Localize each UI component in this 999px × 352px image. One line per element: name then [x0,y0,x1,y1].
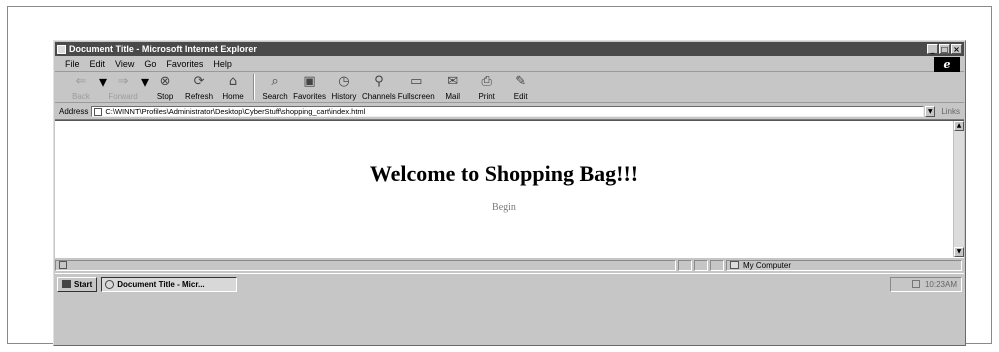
standard-toolbar: ⇐ Back ▾ ⇒ Forward ▾ ⊗ Stop ⟳ Refresh ⌂ … [55,72,964,103]
refresh-button[interactable]: ⟳ Refresh [183,72,215,101]
home-button[interactable]: ⌂ Home [217,72,249,101]
favorites-button[interactable]: ▣ Favorites [293,72,326,101]
vertical-scrollbar[interactable]: ▲ ▼ [953,121,964,257]
security-zone-label: My Computer [743,260,792,270]
print-label: Print [478,92,495,101]
menu-edit[interactable]: Edit [90,59,106,69]
favorites-icon: ▣ [303,74,316,89]
forward-label: Forward [108,92,138,101]
status-pane [678,259,692,271]
speaker-icon[interactable] [911,280,920,288]
status-bar: My Computer [55,257,964,272]
status-pane [710,259,724,271]
fullscreen-button[interactable]: ▭ Fullscreen [398,72,435,101]
address-dropdown-button[interactable]: ▼ [925,106,936,117]
address-bar: Address C:\WINNT\Profiles\Administrator\… [55,104,964,120]
home-icon: ⌂ [228,74,238,89]
links-button[interactable]: Links [941,107,960,116]
print-icon: ⎙ [481,74,492,89]
print-button[interactable]: ⎙ Print [471,72,503,101]
security-zone-pane: My Computer [726,259,962,271]
maximize-button[interactable]: □ [939,44,950,54]
start-button[interactable]: Start [57,276,98,292]
scroll-up-button[interactable]: ▲ [954,121,964,131]
channels-label: Channels [361,92,396,101]
mail-button[interactable]: ✉ Mail [437,72,469,101]
address-input[interactable]: C:\WINNT\Profiles\Administrator\Desktop\… [91,106,925,117]
history-icon: ◷ [338,74,350,89]
forward-button[interactable]: ⇒ Forward [107,72,139,101]
menu-bar: File Edit View Go Favorites Help e [55,57,964,72]
fullscreen-label: Fullscreen [397,92,435,101]
browser-window: Document Title - Microsoft Internet Expl… [53,40,966,346]
home-label: Home [222,92,244,101]
menu-favorites[interactable]: Favorites [166,59,203,69]
channels-button[interactable]: ⚲ Channels [362,72,396,101]
channels-icon: ⚲ [374,74,384,89]
menu-view[interactable]: View [115,59,134,69]
forward-arrow-icon: ⇒ [117,74,129,89]
title-bar[interactable]: Document Title - Microsoft Internet Expl… [55,42,964,56]
system-tray: 10:23AM [890,276,962,292]
status-pane [694,259,708,271]
windows-logo-icon [62,280,71,288]
back-label: Back [72,92,90,101]
minimize-button[interactable]: _ [927,44,938,54]
chevron-down-icon[interactable]: ▾ [99,72,107,92]
address-value: C:\WINNT\Profiles\Administrator\Desktop\… [105,107,366,116]
page-content: Welcome to Shopping Bag!!! Begin ▲ ▼ [55,120,964,257]
page-icon [94,107,103,116]
chevron-down-icon[interactable]: ▾ [141,72,149,92]
search-label: Search [262,92,288,101]
taskbar: Start Document Title - Micr... 10:23AM [55,273,964,294]
favorites-label: Favorites [293,92,326,101]
edit-button[interactable]: ✎ Edit [505,72,537,101]
ie-icon [105,279,115,289]
mail-icon: ✉ [447,74,459,89]
menu-go[interactable]: Go [144,59,156,69]
begin-link[interactable]: Begin [55,202,953,213]
ie-app-icon [57,44,66,54]
fullscreen-icon: ▭ [410,74,423,89]
page-status-icon [59,261,67,269]
menu-file[interactable]: File [65,59,80,69]
refresh-icon: ⟳ [193,74,205,89]
scroll-down-button[interactable]: ▼ [954,247,964,257]
mail-label: Mail [445,92,461,101]
stop-icon: ⊗ [159,74,171,89]
history-label: History [331,92,357,101]
menu-help[interactable]: Help [213,59,232,69]
search-button[interactable]: ⌕ Search [259,72,291,101]
toolbar-divider [253,74,256,100]
close-button[interactable]: × [951,44,962,54]
refresh-label: Refresh [185,92,214,101]
clock: 10:23AM [924,279,957,289]
edit-icon: ✎ [515,74,527,89]
search-icon: ⌕ [271,74,279,89]
stop-button[interactable]: ⊗ Stop [149,72,181,101]
taskbar-item-ie[interactable]: Document Title - Micr... [101,276,238,292]
history-button[interactable]: ◷ History [328,72,360,101]
back-arrow-icon: ⇐ [75,74,87,89]
stop-label: Stop [156,92,174,101]
my-computer-icon [730,261,739,269]
page-heading: Welcome to Shopping Bag!!! [369,161,639,186]
back-button[interactable]: ⇐ Back [65,72,97,101]
ie-throbber-logo: e [934,57,960,72]
taskbar-item-label: Document Title - Micr... [117,279,205,289]
status-main-pane [55,259,676,271]
address-label: Address [59,107,89,116]
edit-label: Edit [513,92,528,101]
start-label: Start [74,279,93,289]
window-title: Document Title - Microsoft Internet Expl… [69,44,257,54]
